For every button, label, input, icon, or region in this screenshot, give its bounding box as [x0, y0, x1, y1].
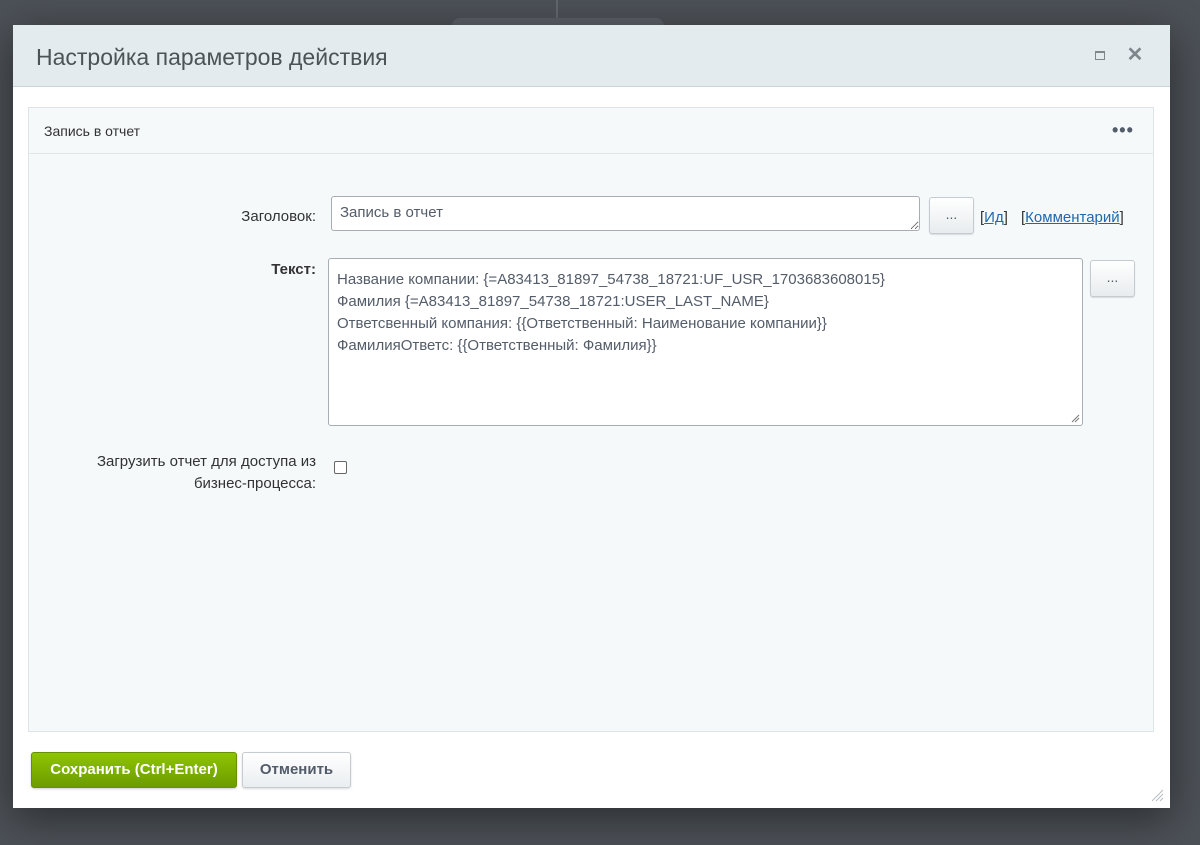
title-insert-button[interactable]: ...: [929, 197, 974, 234]
upload-label-line: бизнес-процесса:: [193, 475, 316, 492]
text-textarea[interactable]: Название компании: {=A83413_81897_54738_…: [328, 258, 1083, 426]
comment-link-group: [Комментарий]: [1021, 209, 1124, 226]
resize-grip-icon[interactable]: [1150, 788, 1164, 802]
dialog-title: Настройка параметров действия: [36, 44, 388, 70]
comment-link[interactable]: Комментарий: [1025, 209, 1119, 226]
id-link[interactable]: Ид: [984, 209, 1004, 226]
background-connector: [556, 0, 558, 18]
panel-header: Запись в отчет •••: [29, 108, 1153, 154]
title-input[interactable]: [331, 196, 920, 231]
text-line: ФамилияОтветс: {{Ответственный: Фамилия}…: [337, 337, 657, 354]
text-label: Текст:: [271, 261, 316, 278]
text-line: Название компании: {=A83413_81897_54738_…: [337, 271, 886, 288]
close-icon[interactable]: ✕: [1125, 45, 1145, 65]
action-panel: Запись в отчет ••• Заголовок: ... [Ид] […: [28, 107, 1154, 732]
dialog-header: Настройка параметров действия ✕: [13, 25, 1170, 87]
text-line: Ответсвенный компания: {{Ответственный: …: [337, 315, 827, 332]
textarea-resize-icon[interactable]: [1070, 413, 1080, 423]
text-insert-button[interactable]: ...: [1090, 260, 1135, 297]
panel-title: Запись в отчет: [44, 123, 141, 139]
more-dots-icon[interactable]: •••: [1112, 120, 1134, 141]
text-line: Фамилия {=A83413_81897_54738_18721:USER_…: [337, 293, 769, 310]
upload-report-checkbox[interactable]: [334, 461, 347, 474]
save-button[interactable]: Сохранить (Ctrl+Enter): [31, 752, 237, 788]
upload-label-line: Загрузить отчет для доступа из: [96, 453, 316, 470]
action-settings-dialog: Настройка параметров действия ✕ Запись в…: [13, 25, 1170, 808]
upload-report-label: Загрузить отчет для доступа из бизнес-пр…: [97, 451, 316, 495]
id-link-group: [Ид]: [980, 209, 1008, 226]
cancel-button[interactable]: Отменить: [242, 752, 351, 788]
maximize-icon[interactable]: [1090, 45, 1110, 65]
title-label: Заголовок:: [241, 208, 316, 225]
